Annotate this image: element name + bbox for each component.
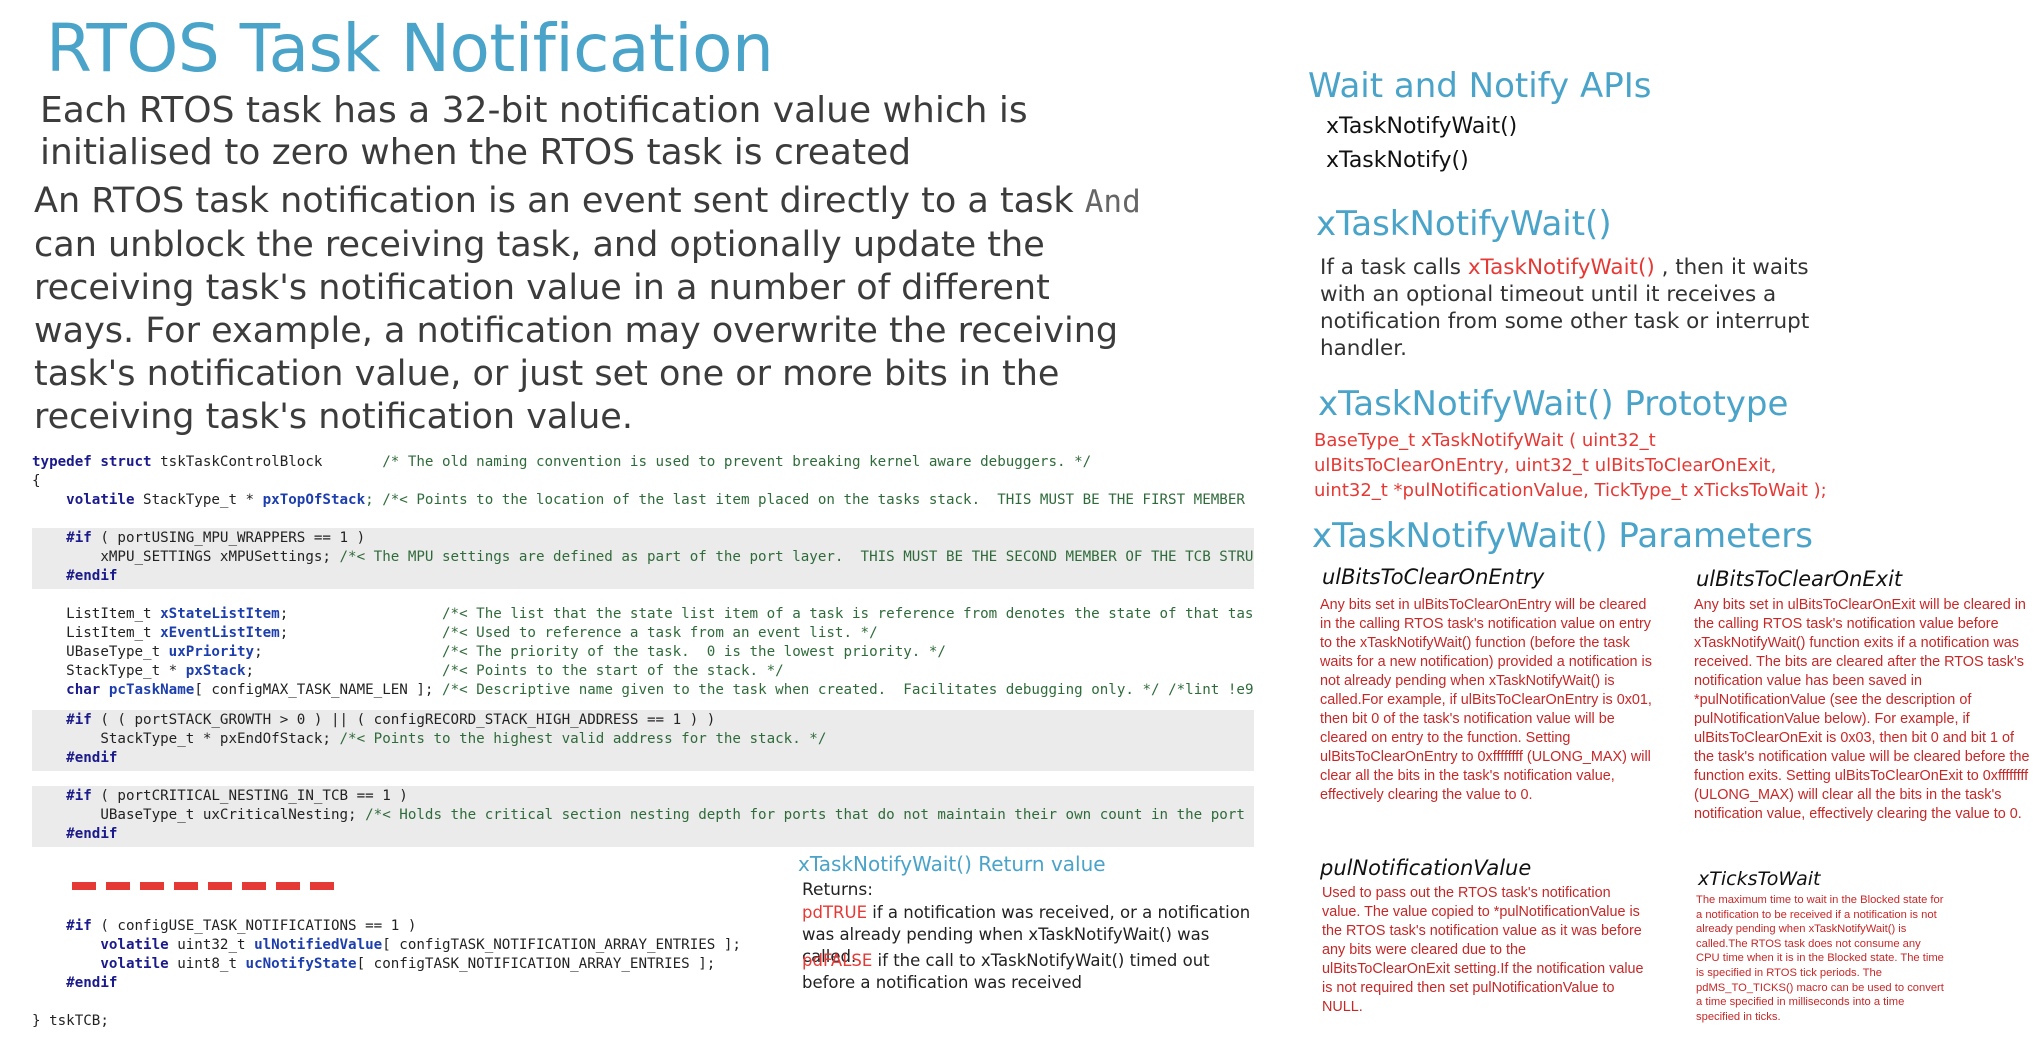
- code-line: UBaseType_t uxPriority; /*< The priority…: [32, 644, 946, 660]
- param-pnv-text: Used to pass out the RTOS task's notific…: [1322, 885, 1644, 1015]
- param-exit-text: Any bits set in ulBitsToClearOnExit will…: [1694, 597, 2030, 822]
- code-line: {: [32, 473, 41, 489]
- page-title: RTOS Task Notification: [46, 10, 774, 87]
- code-line: #if ( configUSE_TASK_NOTIFICATIONS == 1 …: [32, 918, 417, 934]
- code-line: typedef struct tskTaskControlBlock /* Th…: [32, 454, 1092, 470]
- code-line: #if ( ( portSTACK_GROWTH > 0 ) || ( conf…: [32, 712, 716, 728]
- notify-wait-heading: xTaskNotifyWait(): [1316, 204, 1612, 244]
- notify-wait-description: If a task calls xTaskNotifyWait() , then…: [1320, 255, 1810, 361]
- return-pdfalse: pdFALSE if the call to xTaskNotifyWait()…: [802, 951, 1210, 992]
- prototype-signature: BaseType_t xTaskNotifyWait ( uint32_t ul…: [1314, 430, 1827, 501]
- code-line: StackType_t * pxEndOfStack; /*< Points t…: [32, 731, 827, 747]
- wait-notify-heading: Wait and Notify APIs: [1308, 66, 1652, 106]
- code-line: volatile StackType_t * pxTopOfStack; /*<…: [32, 492, 1254, 508]
- api-notify: xTaskNotify(): [1326, 148, 1469, 173]
- intro2-mono-word: And: [1084, 184, 1141, 220]
- intro-paragraph-2: An RTOS task notification is an event se…: [34, 180, 1144, 439]
- api-notify-wait: xTaskNotifyWait(): [1326, 114, 1518, 139]
- intro-paragraph-1: Each RTOS task has a 32-bit notification…: [40, 90, 1028, 173]
- red-dashed-separator: [72, 882, 334, 890]
- code-line: char pcTaskName[ configMAX_TASK_NAME_LEN…: [32, 682, 1254, 698]
- param-entry-name: ulBitsToClearOnEntry: [1322, 565, 1545, 589]
- code-line: #endif: [32, 826, 118, 842]
- code-line: #endif: [32, 568, 118, 584]
- intro2-part-b: can unblock the receiving task, and opti…: [34, 225, 1119, 437]
- code-line: } tskTCB;: [32, 1013, 109, 1029]
- code-line: ListItem_t xStateListItem; /*< The list …: [32, 606, 1254, 622]
- return-value-heading: xTaskNotifyWait() Return value: [798, 852, 1106, 876]
- code-line: #endif: [32, 975, 118, 991]
- code-line: volatile uint32_t ulNotifiedValue[ confi…: [32, 937, 741, 953]
- intro2-part-a: An RTOS task notification is an event se…: [34, 181, 1085, 221]
- code-line: StackType_t * pxStack; /*< Points to the…: [32, 663, 784, 679]
- code-line: #if ( portUSING_MPU_WRAPPERS == 1 ): [32, 530, 366, 546]
- code-line: ListItem_t xEventListItem; /*< Used to r…: [32, 625, 878, 641]
- code-line: UBaseType_t uxCriticalNesting; /*< Holds…: [32, 807, 1254, 823]
- param-ticks-name: xTicksToWait: [1698, 868, 1821, 890]
- prototype-heading: xTaskNotifyWait() Prototype: [1318, 384, 1789, 424]
- param-exit-name: ulBitsToClearOnExit: [1696, 567, 1903, 591]
- param-pnv-name: pulNotificationValue: [1320, 856, 1532, 880]
- code-line: #if ( portCRITICAL_NESTING_IN_TCB == 1 ): [32, 788, 408, 804]
- param-ticks-text: The maximum time to wait in the Blocked …: [1696, 894, 1944, 1023]
- code-line: #endif: [32, 750, 118, 766]
- parameters-heading: xTaskNotifyWait() Parameters: [1312, 516, 1814, 556]
- code-line: volatile uint8_t ucNotifyState[ configTA…: [32, 956, 716, 972]
- code-line: xMPU_SETTINGS xMPUSettings; /*< The MPU …: [32, 549, 1254, 565]
- param-entry-text: Any bits set in ulBitsToClearOnEntry wil…: [1320, 597, 1652, 803]
- returns-label: Returns:: [802, 880, 873, 900]
